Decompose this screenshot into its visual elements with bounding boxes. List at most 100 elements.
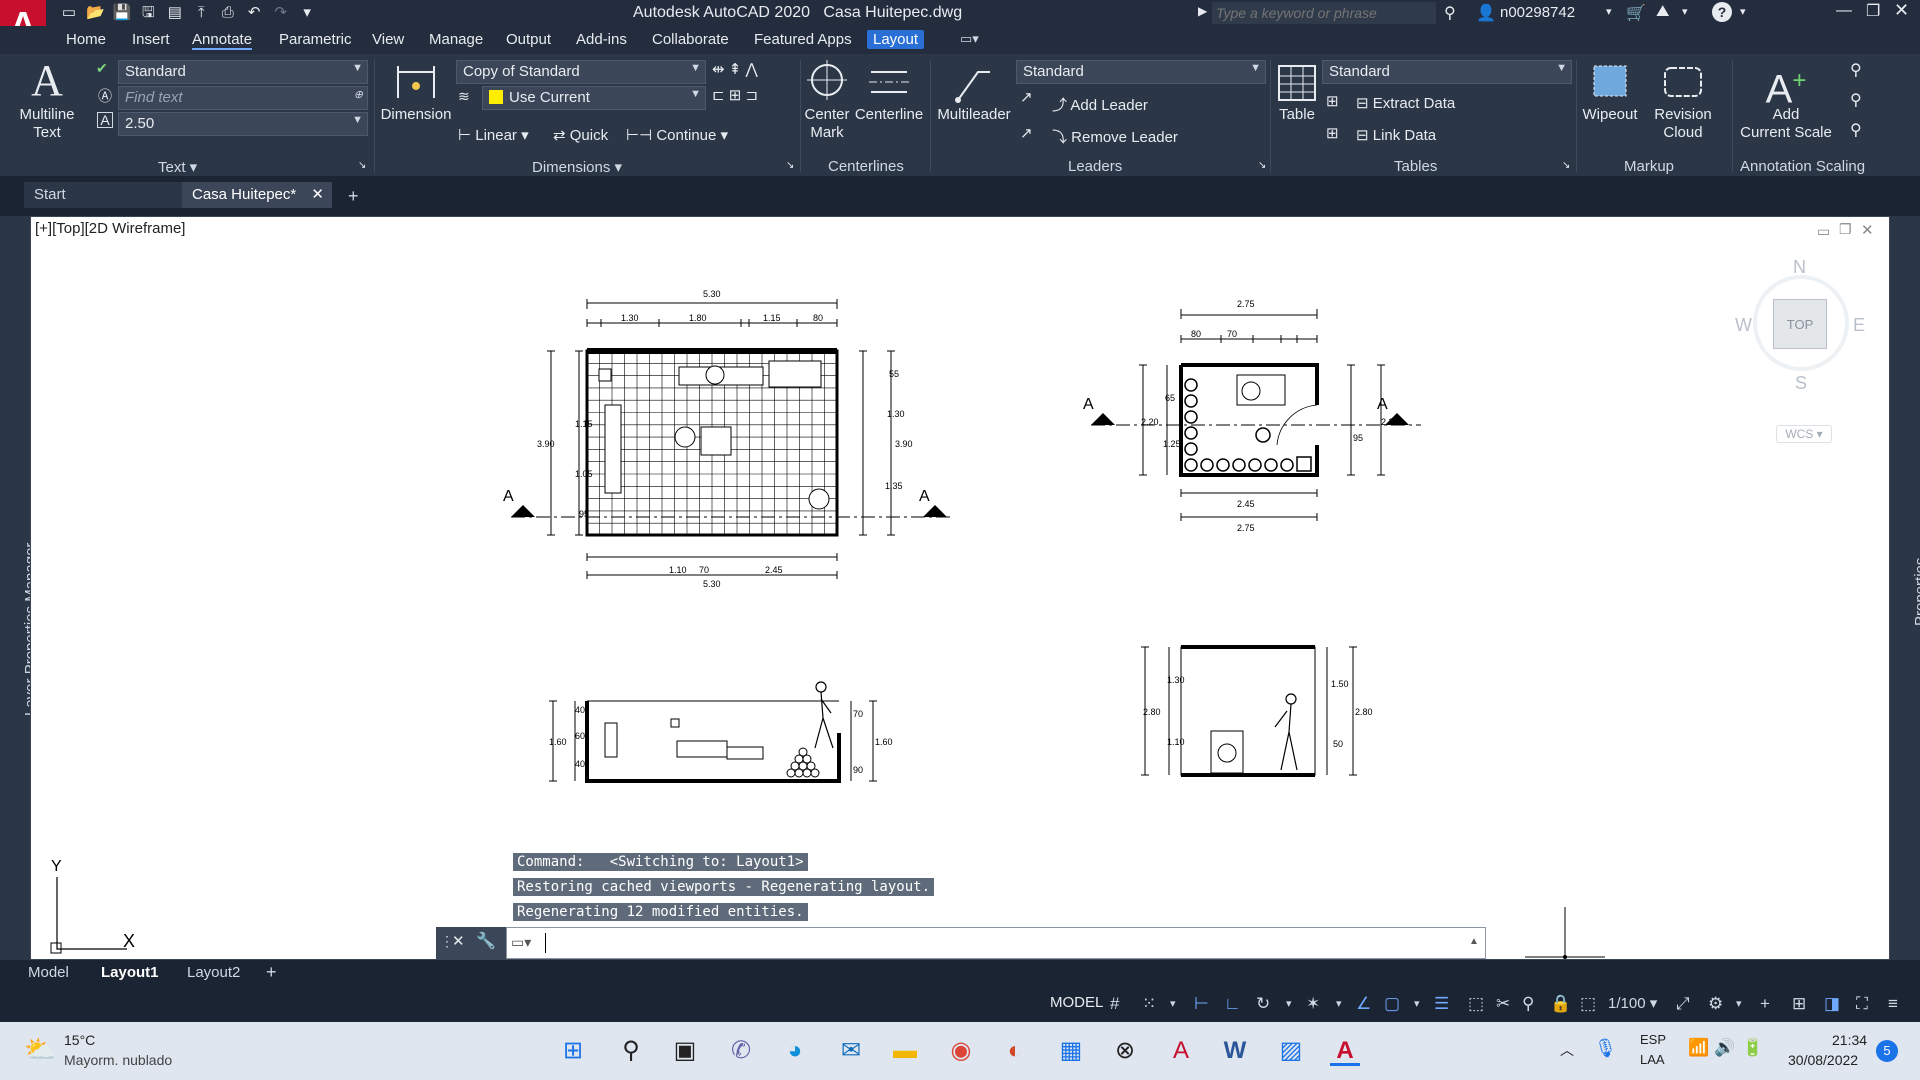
annotation-monitor-icon[interactable]: + xyxy=(1760,994,1770,1014)
undo-icon[interactable]: ↶ xyxy=(243,3,265,23)
viewcube[interactable]: N W E S TOP xyxy=(1731,257,1871,393)
tables-panel-launcher-icon[interactable]: ↘ xyxy=(1562,160,1570,171)
viewport-restore-icon[interactable]: ❐ xyxy=(1839,221,1852,238)
multileader-button[interactable]: Multileader xyxy=(932,56,1016,152)
save-icon[interactable]: 💾 xyxy=(111,3,133,23)
snap-dropdown-icon[interactable]: ▾ xyxy=(1170,997,1176,1010)
battery-icon[interactable]: 🔋 xyxy=(1742,1038,1763,1058)
recent-commands-icon[interactable]: ▭▾ xyxy=(511,934,531,951)
file-explorer-icon[interactable]: ▬ xyxy=(890,1036,920,1066)
add-layout-icon[interactable]: + xyxy=(266,962,277,983)
user-name[interactable]: n00298742 xyxy=(1500,4,1575,21)
scale-tool2-icon[interactable]: ⚲ xyxy=(1850,90,1862,110)
new-file-icon[interactable]: ▭ xyxy=(58,3,80,23)
save-web-icon[interactable]: ⤒ xyxy=(190,3,212,23)
search-expand-icon[interactable]: ▶ xyxy=(1198,4,1207,18)
transparency-icon[interactable]: ⬚ xyxy=(1468,994,1484,1014)
xbox-icon[interactable]: ⊗ xyxy=(1110,1036,1140,1066)
dimensions-panel-launcher-icon[interactable]: ↘ xyxy=(786,160,794,171)
dim-tool2-icon[interactable]: ⊏ ⊞ ⊐ xyxy=(712,86,758,104)
tab-collaborate[interactable]: Collaborate xyxy=(652,31,729,48)
selection-cycling-icon[interactable]: ✂ xyxy=(1496,994,1510,1014)
cart-icon[interactable]: 🛒 xyxy=(1626,3,1646,23)
leader-tool2-icon[interactable]: ↗ xyxy=(1020,124,1033,142)
open-web-icon[interactable]: ▤ xyxy=(164,3,186,23)
tab-layout[interactable]: Layout xyxy=(867,30,925,49)
polar-icon[interactable]: ↻ xyxy=(1256,994,1270,1014)
units-icon[interactable]: ⊞ xyxy=(1792,994,1806,1014)
dim-tool-icon[interactable]: ⇹ ⇞ ⋀ xyxy=(712,60,758,78)
leader-tool-icon[interactable]: ↗ xyxy=(1020,88,1033,106)
leaders-panel-launcher-icon[interactable]: ↘ xyxy=(1258,160,1266,171)
annotation-scale-select[interactable]: 1/100 ▾ xyxy=(1608,994,1657,1012)
wifi-icon[interactable]: 📶 xyxy=(1688,1038,1709,1058)
volume-icon[interactable]: 🔊 xyxy=(1714,1038,1735,1058)
powerpoint-icon[interactable]: ◐ xyxy=(1000,1036,1030,1066)
autocad-taskbar-icon[interactable]: A xyxy=(1330,1036,1360,1066)
find-search-icon[interactable]: ⊕ xyxy=(354,88,363,101)
viewcube-east[interactable]: E xyxy=(1853,315,1865,336)
find-icon[interactable]: Ⓐ xyxy=(98,86,112,106)
customize-status-icon[interactable]: ≡ xyxy=(1888,994,1898,1014)
acrobat-icon[interactable]: A xyxy=(1166,1036,1196,1066)
command-history-toggle-icon[interactable]: ▲ xyxy=(1469,936,1479,947)
revision-cloud-button[interactable]: Revision Cloud xyxy=(1648,56,1718,152)
grid-icon[interactable]: # xyxy=(1110,994,1119,1014)
tab-view[interactable]: View xyxy=(372,31,404,48)
user-icon[interactable]: 👤 xyxy=(1476,3,1496,23)
minimize-icon[interactable]: — xyxy=(1836,2,1852,20)
close-command-icon[interactable]: ✕ xyxy=(452,932,465,950)
remove-leader-button[interactable]: ⤵ Remove Leader xyxy=(1052,126,1178,147)
qat-dropdown-icon[interactable]: ▾ xyxy=(296,3,318,23)
link-data-button[interactable]: ⊟ Link Data xyxy=(1356,126,1436,144)
open-file-icon[interactable]: 📂 xyxy=(84,3,106,23)
dimension-button[interactable]: Dimension xyxy=(378,56,454,152)
word-icon[interactable]: W xyxy=(1220,1036,1250,1066)
plot-icon[interactable]: ⎙ xyxy=(217,3,239,23)
table-tool-icon[interactable]: ⊞ xyxy=(1326,92,1339,110)
restore-icon[interactable]: ❐ xyxy=(1866,1,1880,21)
text-height-select[interactable]: 2.50 ▼ xyxy=(118,112,368,136)
infer-icon[interactable]: ⊢ xyxy=(1194,994,1209,1014)
add-current-scale-button[interactable]: A+ Add Current Scale xyxy=(1736,56,1836,152)
polar-dropdown-icon[interactable]: ▾ xyxy=(1286,997,1292,1010)
viewport-minimize-icon[interactable]: ▭ xyxy=(1817,223,1830,240)
binoculars-icon[interactable]: ⚲ xyxy=(1444,3,1456,23)
tab-output[interactable]: Output xyxy=(506,31,551,48)
viewport-controls[interactable]: [+][Top][2D Wireframe] xyxy=(35,220,185,237)
find-text-input[interactable]: Find text ⊕ xyxy=(118,86,368,110)
input-language-2[interactable]: LAA xyxy=(1640,1052,1665,1067)
clean-screen-icon[interactable]: ⛶ xyxy=(1856,994,1868,1014)
tab-addins[interactable]: Add-ins xyxy=(576,31,627,48)
viewcube-south[interactable]: S xyxy=(1795,373,1807,394)
tab-start[interactable]: Start xyxy=(24,182,184,208)
tab-insert[interactable]: Insert xyxy=(132,31,170,48)
viewcube-top-face[interactable]: TOP xyxy=(1773,299,1827,349)
add-leader-button[interactable]: ⤴ Add Leader xyxy=(1052,94,1148,115)
text-style-select[interactable]: Standard ▼ xyxy=(118,60,368,84)
start-icon[interactable]: ⊞ xyxy=(558,1036,588,1066)
dimensions-panel-label[interactable]: Dimensions ▾ xyxy=(532,158,622,176)
panel-toggle-icon[interactable]: ▭▾ xyxy=(960,31,979,47)
layer-properties-manager-tab[interactable]: Layer Properties Manager xyxy=(2,506,39,726)
quick-properties-icon[interactable]: ⬚ xyxy=(1580,994,1596,1014)
snap-icon[interactable]: ⁙ xyxy=(1142,994,1156,1014)
tab-featured-apps[interactable]: Featured Apps xyxy=(754,31,852,48)
store-icon[interactable]: ▦ xyxy=(1056,1036,1086,1066)
wcs-menu[interactable]: WCS ▾ xyxy=(1776,425,1832,443)
clock-time[interactable]: 21:34 xyxy=(1832,1032,1867,1048)
lock-icon[interactable]: 🔒 xyxy=(1550,994,1571,1014)
a360-dropdown-icon[interactable]: ▾ xyxy=(1682,5,1688,18)
edge-icon[interactable]: ◕ xyxy=(780,1036,810,1066)
search-input[interactable] xyxy=(1212,2,1436,24)
object-snap-icon[interactable]: ▢ xyxy=(1384,994,1400,1014)
help-dropdown-icon[interactable]: ▾ xyxy=(1740,5,1746,18)
tray-chevron-icon[interactable]: ︿ xyxy=(1560,1040,1574,1060)
weather-temp[interactable]: 15°C xyxy=(64,1032,95,1048)
new-tab-icon[interactable]: + xyxy=(348,186,359,207)
close-icon[interactable]: ✕ xyxy=(1894,0,1909,21)
isodraft-dropdown-icon[interactable]: ▾ xyxy=(1336,997,1342,1010)
table-tool2-icon[interactable]: ⊞ xyxy=(1326,124,1339,142)
dimension-style-select[interactable]: Copy of Standard ▼ xyxy=(456,60,706,84)
tab-casa-huitepec[interactable]: Casa Huitepec* ✕ xyxy=(182,182,332,208)
